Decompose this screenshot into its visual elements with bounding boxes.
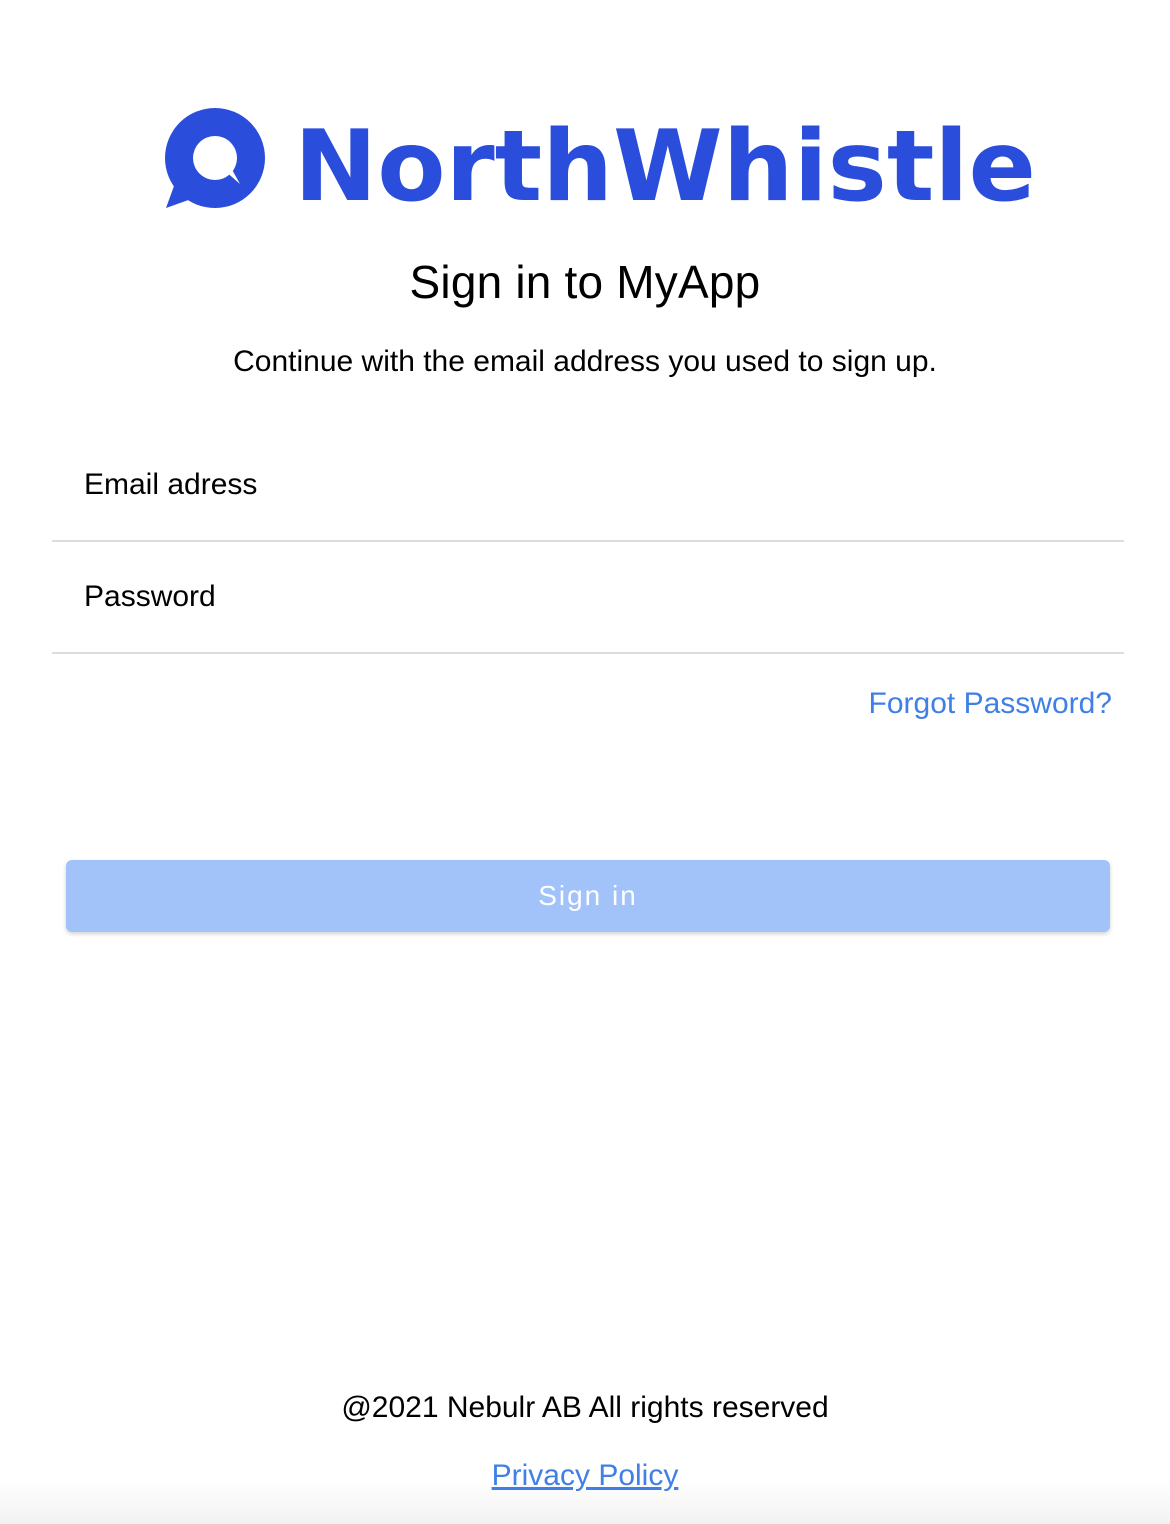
copyright-text: @2021 Nebulr AB All rights reserved — [341, 1391, 829, 1424]
brand-wordmark: NorthWhistle — [294, 110, 1036, 212]
forgot-password-link[interactable]: Forgot Password? — [869, 684, 1112, 724]
password-field-row — [52, 542, 1124, 654]
privacy-row: Privacy Policy — [0, 1456, 1170, 1496]
speech-bubble-icon — [165, 108, 265, 208]
northwhistle-logo: NorthWhistle — [160, 108, 1040, 212]
page-title: Sign in to MyApp — [409, 256, 761, 308]
sign-in-page: NorthWhistle Sign in to MyApp Continue w… — [0, 0, 1170, 1524]
email-field[interactable] — [84, 430, 1084, 540]
password-field[interactable] — [84, 542, 1084, 652]
page-subtitle: Continue with the email address you used… — [233, 345, 937, 378]
email-field-row — [52, 430, 1124, 542]
sign-in-button[interactable]: Sign in — [66, 860, 1110, 932]
privacy-policy-link[interactable]: Privacy Policy — [492, 1459, 679, 1492]
